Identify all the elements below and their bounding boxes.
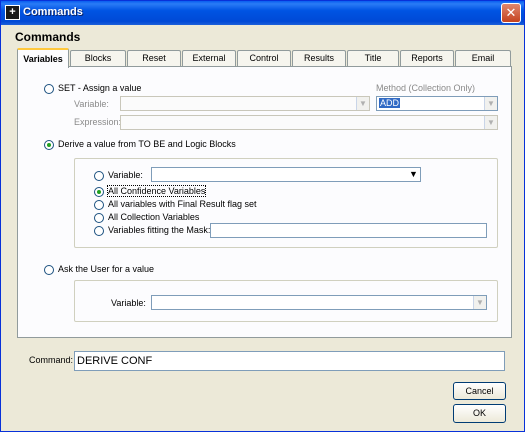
chevron-down-icon: ▼ bbox=[407, 168, 420, 181]
variables-tab-panel: SET - Assign a value Method (Collection … bbox=[17, 66, 512, 338]
method-dropdown[interactable]: ADD ▼ bbox=[376, 96, 498, 111]
chevron-down-icon: ▼ bbox=[484, 116, 497, 129]
expression-dropdown[interactable]: ▼ bbox=[120, 115, 498, 130]
app-icon: + bbox=[5, 5, 20, 20]
derive-radio[interactable] bbox=[44, 140, 54, 150]
method-value: ADD bbox=[379, 98, 401, 108]
mask-input[interactable] bbox=[210, 223, 487, 238]
chevron-down-icon: ▼ bbox=[473, 296, 486, 309]
set-variable-label: Variable: bbox=[74, 99, 109, 109]
final-result-label: All variables with Final Result flag set bbox=[108, 199, 257, 209]
tab-title[interactable]: Title bbox=[347, 50, 399, 67]
mask-label: Variables fitting the Mask: bbox=[108, 225, 211, 235]
all-confidence-label: All Confidence Variables bbox=[106, 185, 207, 197]
expression-label: Expression: bbox=[74, 117, 122, 127]
cancel-button[interactable]: Cancel bbox=[453, 382, 506, 400]
tab-reports[interactable]: Reports bbox=[400, 50, 454, 67]
command-label: Command: bbox=[29, 355, 74, 365]
final-result-radio[interactable] bbox=[94, 200, 104, 210]
derive-variable-label: Variable: bbox=[108, 170, 143, 180]
tab-reset[interactable]: Reset bbox=[127, 50, 181, 67]
window-title: Commands bbox=[23, 6, 83, 18]
tab-external[interactable]: External bbox=[182, 50, 236, 67]
all-confidence-radio[interactable] bbox=[94, 187, 104, 197]
ok-button[interactable]: OK bbox=[453, 404, 506, 423]
ask-variable-label: Variable: bbox=[111, 298, 146, 308]
derive-radio-label: Derive a value from TO BE and Logic Bloc… bbox=[58, 139, 236, 149]
commands-dialog: + Commands ✕ Commands Variables Blocks R… bbox=[0, 0, 525, 432]
ask-variable-dropdown[interactable]: ▼ bbox=[151, 295, 487, 310]
all-collection-label: All Collection Variables bbox=[108, 212, 200, 222]
set-radio[interactable] bbox=[44, 84, 54, 94]
tab-control[interactable]: Control bbox=[237, 50, 291, 67]
set-variable-dropdown[interactable]: ▼ bbox=[120, 96, 370, 111]
tab-email[interactable]: Email bbox=[455, 50, 511, 67]
method-label: Method (Collection Only) bbox=[376, 83, 476, 93]
mask-radio[interactable] bbox=[94, 226, 104, 236]
tab-results[interactable]: Results bbox=[292, 50, 346, 67]
derive-variable-dropdown[interactable]: ▼ bbox=[151, 167, 421, 182]
tab-variables[interactable]: Variables bbox=[17, 48, 69, 68]
ask-radio-label: Ask the User for a value bbox=[58, 264, 155, 274]
command-field[interactable]: DERIVE CONF bbox=[74, 351, 505, 371]
chevron-down-icon: ▼ bbox=[356, 97, 369, 110]
set-radio-label: SET - Assign a value bbox=[58, 83, 142, 93]
dialog-heading: Commands bbox=[15, 30, 81, 44]
all-collection-radio[interactable] bbox=[94, 213, 104, 223]
close-button[interactable]: ✕ bbox=[501, 3, 521, 23]
tab-blocks[interactable]: Blocks bbox=[70, 50, 126, 67]
ask-radio[interactable] bbox=[44, 265, 54, 275]
derive-variable-radio[interactable] bbox=[94, 171, 104, 181]
title-bar[interactable]: + Commands ✕ bbox=[1, 1, 524, 25]
chevron-down-icon: ▼ bbox=[484, 97, 497, 110]
